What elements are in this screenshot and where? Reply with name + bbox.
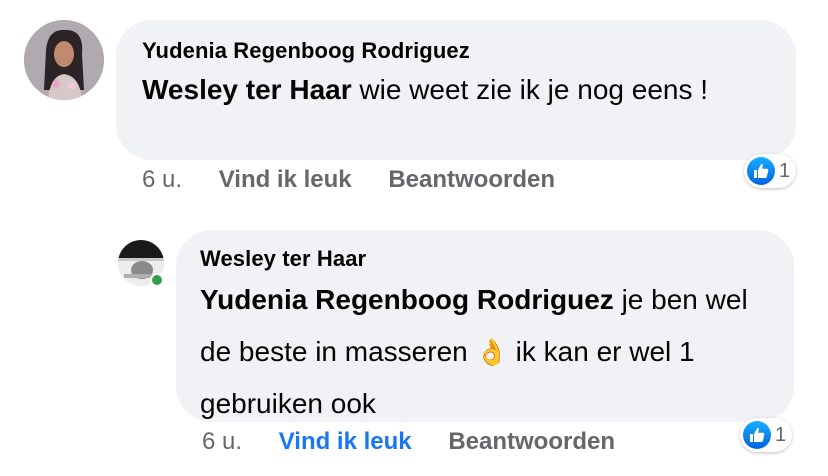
comment-text: Yudenia Regenboog Rodriguez je ben wel d… <box>200 274 770 430</box>
like-icon <box>743 421 771 449</box>
ok-hand-emoji-icon: 👌 <box>475 337 508 367</box>
like-button[interactable]: Vind ik leuk <box>219 166 352 193</box>
comment-actions: 6 u. Vind ik leuk Beantwoorden <box>202 428 645 456</box>
reaction-badge[interactable]: 1 <box>740 418 793 452</box>
comment-author[interactable]: Wesley ter Haar <box>200 244 770 274</box>
like-button[interactable]: Vind ik leuk <box>279 428 412 455</box>
avatar[interactable] <box>24 20 104 100</box>
reaction-count: 1 <box>775 423 787 446</box>
comment-text: Wesley ter Haar wie weet zie ik je nog e… <box>142 70 770 110</box>
reaction-badge[interactable]: 1 <box>744 154 797 188</box>
comment-body: wie weet zie ik je nog eens ! <box>351 74 709 105</box>
reaction-count: 1 <box>779 159 791 182</box>
reply-button[interactable]: Beantwoorden <box>448 428 615 455</box>
online-status-indicator <box>150 273 164 287</box>
like-icon <box>747 157 775 185</box>
reply-button[interactable]: Beantwoorden <box>388 166 555 193</box>
mention-link[interactable]: Yudenia Regenboog Rodriguez <box>200 284 614 315</box>
mention-link[interactable]: Wesley ter Haar <box>142 74 352 105</box>
comment-bubble: Wesley ter Haar Yudenia Regenboog Rodrig… <box>176 230 794 422</box>
comment-bubble: Yudenia Regenboog Rodriguez Wesley ter H… <box>116 20 796 160</box>
comment-author[interactable]: Yudenia Regenboog Rodriguez <box>142 36 770 66</box>
profile-photo <box>24 20 104 100</box>
comment-actions: 6 u. Vind ik leuk Beantwoorden <box>142 166 585 194</box>
timestamp[interactable]: 6 u. <box>202 428 242 455</box>
timestamp[interactable]: 6 u. <box>142 166 182 193</box>
